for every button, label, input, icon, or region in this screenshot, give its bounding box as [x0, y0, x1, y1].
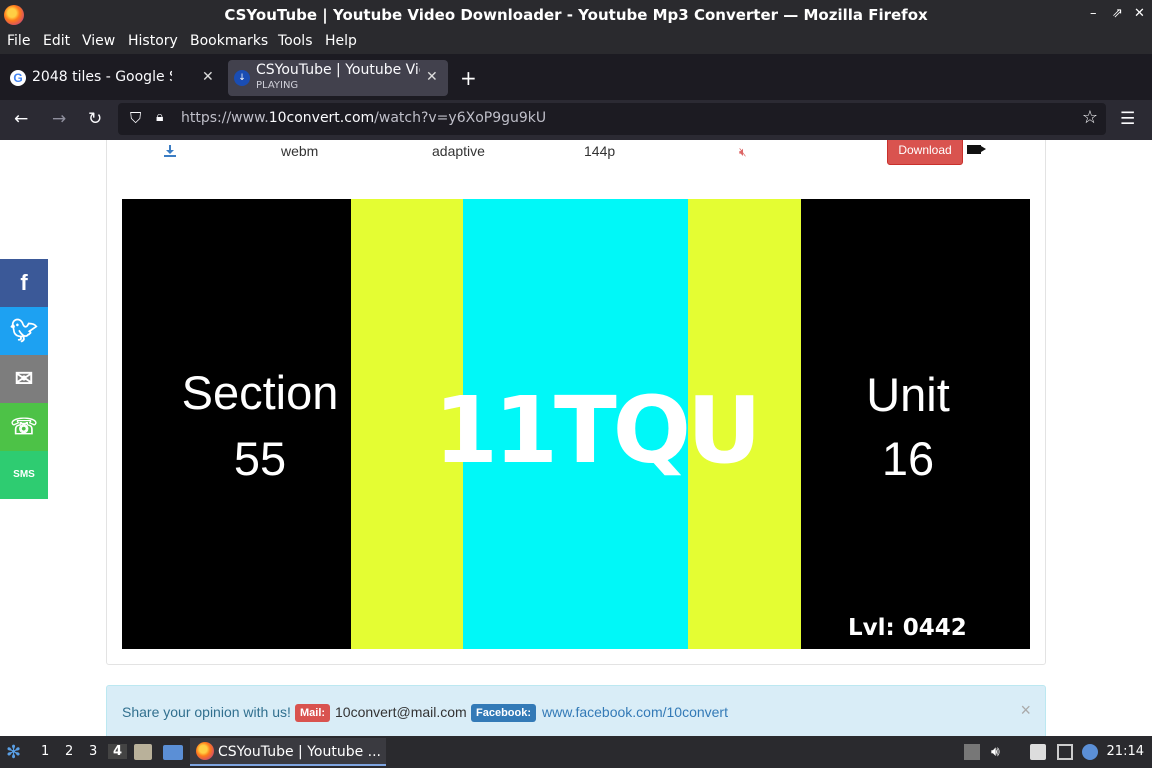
reload-button[interactable]: ↻ — [88, 109, 102, 129]
facebook-share-button[interactable]: f — [0, 259, 48, 307]
section-label: Section — [181, 366, 339, 419]
network-icon[interactable] — [1057, 744, 1073, 760]
tab-google-search[interactable]: G 2048 tiles - Google Search ✕ — [2, 60, 222, 96]
url-bar[interactable]: ⛉ 🔒︎ https://www.10convert.com/watch?v=y… — [118, 103, 1106, 135]
taskbar-firefox-window[interactable]: CSYouTube | Youtube ... — [190, 738, 386, 766]
tab-close-icon[interactable]: ✕ — [202, 69, 214, 85]
workspace-2[interactable]: 2 — [65, 744, 73, 759]
window-titlebar: CSYouTube | Youtube Video Downloader - Y… — [0, 0, 1152, 30]
type-cell: adaptive — [432, 143, 485, 159]
unit-label: Unit — [866, 368, 950, 421]
start-menu-icon[interactable]: ✻ — [6, 742, 21, 763]
firefox-icon — [196, 742, 214, 760]
back-button[interactable]: ← — [14, 109, 28, 129]
clipboard-icon[interactable] — [1030, 744, 1046, 760]
lock-icon[interactable]: 🔒︎ — [156, 109, 163, 125]
facebook-icon: f — [20, 270, 28, 295]
new-tab-button[interactable]: + — [460, 66, 477, 90]
menu-edit[interactable]: Edit — [43, 33, 70, 49]
facebook-link[interactable]: www.facebook.com/10convert — [542, 704, 728, 720]
file-manager-icon[interactable] — [134, 744, 152, 760]
hamburger-menu-icon[interactable]: ☰ — [1120, 109, 1135, 129]
feedback-alert: Share your opinion with us! Mail: 10conv… — [106, 685, 1046, 736]
mail-label: Mail: — [295, 704, 331, 722]
unit-value: 16 — [881, 432, 935, 485]
workspace-1[interactable]: 1 — [41, 744, 49, 759]
alert-close-button[interactable]: × — [1020, 700, 1031, 721]
mail-address[interactable]: 10convert@mail.com — [335, 704, 467, 720]
page-content: webm adaptive 144p 🔇︎ Download Section 5… — [0, 140, 1152, 736]
sms-icon: SMS — [13, 469, 35, 480]
shield-icon[interactable]: ⛉ — [130, 109, 141, 127]
notification-icon[interactable] — [1082, 744, 1098, 760]
navigation-bar: ← → ↻ ⛉ 🔒︎ https://www.10convert.com/wat… — [0, 100, 1152, 140]
maximize-button[interactable]: ⇗ — [1112, 6, 1123, 21]
email-icon: ✉ — [14, 366, 34, 391]
clock: 21:14 — [1106, 744, 1144, 759]
menu-file[interactable]: File — [7, 33, 30, 49]
tab-csyoutube[interactable]: ↓ CSYouTube | Youtube Video Downloader P… — [228, 60, 448, 96]
tray-arrow-icon[interactable] — [964, 744, 980, 760]
quality-cell: 144p — [584, 143, 616, 159]
video-player[interactable]: Section 55 11TQU Unit 16 Lvl: 0442 — [122, 199, 1030, 649]
video-logo-text: 11TQU — [434, 377, 762, 484]
minimize-button[interactable]: – — [1090, 6, 1097, 21]
taskbar: ✻ 1 2 3 4 CSYouTube | Youtube ... 🔊︎ 21:… — [0, 736, 1152, 768]
menu-bar: File Edit View History Bookmarks Tools H… — [0, 30, 1152, 54]
download-button[interactable]: Download — [887, 140, 963, 165]
tab-title: 2048 tiles - Google Search — [32, 69, 172, 85]
csyoutube-icon: ↓ — [234, 70, 250, 86]
whatsapp-icon: ☏ — [10, 414, 38, 439]
menu-history[interactable]: History — [128, 33, 178, 49]
sms-share-button[interactable]: SMS — [0, 451, 48, 499]
google-icon: G — [10, 70, 26, 86]
bookmark-star-icon[interactable]: ☆ — [1082, 107, 1098, 128]
tab-playing-status: PLAYING — [256, 80, 299, 91]
window-title: CSYouTube | Youtube Video Downloader - Y… — [224, 6, 928, 24]
menu-tools[interactable]: Tools — [278, 33, 313, 49]
muted-audio-icon: 🔇︎ — [739, 145, 747, 159]
tab-title: CSYouTube | Youtube Video Downloader — [256, 62, 420, 78]
format-cell: webm — [281, 143, 319, 159]
close-window-button[interactable]: ✕ — [1134, 6, 1145, 21]
url-text[interactable]: https://www.10convert.com/watch?v=y6XoP9… — [181, 110, 546, 126]
workspace-3[interactable]: 3 — [89, 744, 97, 759]
menu-view[interactable]: View — [82, 33, 115, 49]
alert-text: Share your opinion with us! — [122, 704, 291, 720]
facebook-label: Facebook: — [471, 704, 537, 722]
twitter-icon: 🐦︎ — [10, 318, 38, 343]
section-value: 55 — [233, 432, 287, 485]
level-indicator: Lvl: 0442 — [848, 615, 967, 641]
email-share-button[interactable]: ✉ — [0, 355, 48, 403]
tab-close-icon[interactable]: ✕ — [426, 69, 438, 85]
menu-bookmarks[interactable]: Bookmarks — [190, 33, 268, 49]
twitter-share-button[interactable]: 🐦︎ — [0, 307, 48, 355]
menu-help[interactable]: Help — [325, 33, 357, 49]
desktop-icon[interactable] — [163, 745, 183, 760]
video-camera-icon — [967, 145, 986, 154]
whatsapp-share-button[interactable]: ☏ — [0, 403, 48, 451]
workspace-4[interactable]: 4 — [108, 744, 128, 759]
download-icon[interactable] — [164, 145, 176, 157]
volume-icon[interactable]: 🔊︎ — [991, 744, 1007, 760]
taskbar-window-title: CSYouTube | Youtube ... — [218, 744, 382, 760]
tab-strip: G 2048 tiles - Google Search ✕ ↓ CSYouTu… — [0, 54, 1152, 100]
forward-button[interactable]: → — [52, 109, 66, 129]
